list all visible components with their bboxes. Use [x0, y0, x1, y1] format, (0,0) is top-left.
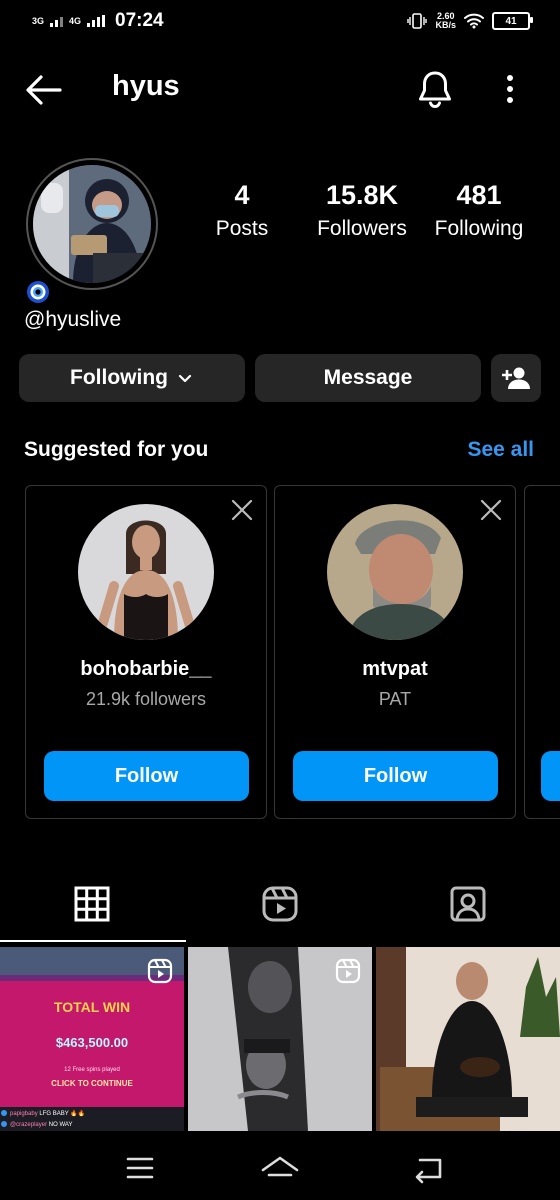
status-left: 3G 4G 07:24	[32, 10, 164, 32]
following-button-label: Following	[70, 366, 168, 389]
chevron-down-icon	[178, 374, 192, 383]
active-tab-indicator	[0, 940, 186, 942]
vibrate-icon	[407, 13, 428, 29]
post-tile[interactable]: TOTAL WIN $463,500.00 12 Free spins play…	[0, 947, 184, 1131]
status-right: 2.60 KB/s 41	[407, 12, 533, 30]
tile-cta: CLICK TO CONTINUE	[51, 1079, 133, 1088]
tile-amount: $463,500.00	[55, 1035, 129, 1050]
post-tile[interactable]	[188, 947, 372, 1131]
avatar-photo	[33, 165, 151, 283]
bell-icon[interactable]	[414, 68, 456, 110]
chat-user: @crazeplayer	[10, 1122, 48, 1128]
clock: 07:24	[115, 10, 164, 31]
reel-badge-icon	[147, 958, 173, 984]
suggested-subtitle: 21.9k followers	[85, 689, 207, 709]
following-count: 481	[456, 180, 502, 210]
see-all-link[interactable]: See all	[467, 438, 534, 462]
post-tile[interactable]	[376, 947, 560, 1131]
suggested-avatar[interactable]	[78, 504, 214, 640]
network-4g: 4G	[69, 15, 82, 26]
signal-icon	[50, 15, 64, 27]
suggested-card-partial[interactable]	[524, 485, 560, 819]
chat-msg: LFG BABY 🔥🔥	[39, 1111, 86, 1117]
post-thumbnail	[376, 947, 560, 1131]
stat-posts[interactable]: 4 Posts	[182, 180, 302, 241]
chat-user: papigbaby	[10, 1111, 38, 1117]
more-vertical-icon[interactable]	[496, 70, 524, 110]
battery-level: 41	[505, 15, 517, 27]
tile-chat: papigbaby LFG BABY 🔥🔥 @crazeplayer NO WA…	[10, 1109, 85, 1131]
battery-icon: 41	[492, 12, 533, 30]
add-person-icon	[502, 367, 530, 389]
page-title: hyus	[112, 70, 180, 102]
signal-icon-2	[87, 15, 106, 27]
wifi-icon	[464, 13, 484, 29]
chat-line: papigbaby LFG BABY 🔥🔥	[10, 1109, 85, 1120]
back-nav-icon[interactable]	[408, 1148, 448, 1188]
evil-eye-icon	[27, 281, 49, 303]
following-button[interactable]: Following	[19, 354, 245, 402]
suggested-avatar[interactable]	[327, 504, 463, 640]
reels-icon[interactable]	[258, 882, 302, 926]
suggested-card[interactable]: mtvpat PAT Follow	[274, 485, 516, 819]
message-button[interactable]: Message	[255, 354, 481, 402]
back-arrow-icon[interactable]	[24, 70, 64, 110]
suggested-title: Suggested for you	[24, 438, 209, 461]
stat-followers[interactable]: 15.8K Followers	[302, 180, 422, 241]
status-bar: 3G 4G 07:24 2.60 KB/s 41	[0, 0, 560, 44]
stat-following[interactable]: 481 Following	[419, 180, 539, 241]
posts-label: Posts	[215, 217, 269, 240]
suggested-photo	[78, 504, 214, 640]
tile-small-note: 12 Free spins played	[64, 1067, 120, 1073]
tile-headline: TOTAL WIN	[53, 999, 131, 1015]
suggested-card[interactable]: bohobarbie__ 21.9k followers Follow	[25, 485, 267, 819]
followers-label: Followers	[317, 217, 407, 240]
reel-badge-icon	[335, 958, 361, 984]
close-icon[interactable]	[479, 498, 503, 522]
data-speed: 2.60 KB/s	[435, 12, 456, 30]
follow-button[interactable]: Follow	[44, 751, 249, 801]
posts-count: 4	[234, 180, 250, 210]
message-button-label: Message	[323, 366, 413, 389]
profile-avatar[interactable]	[33, 165, 151, 283]
network-3g: 3G	[32, 15, 45, 26]
suggested-username[interactable]: mtvpat	[275, 658, 515, 681]
menu-icon[interactable]	[120, 1148, 160, 1188]
suggested-photo	[327, 504, 463, 640]
profile-handle[interactable]: @hyuslive	[24, 308, 121, 332]
chat-line: @crazeplayer NO WAY	[10, 1120, 85, 1131]
add-user-button[interactable]	[491, 354, 541, 402]
suggested-subtitle: PAT	[378, 689, 412, 709]
tagged-icon[interactable]	[446, 882, 490, 926]
follow-button[interactable]: Follow	[293, 751, 498, 801]
followers-count: 15.8K	[325, 180, 399, 210]
follow-button-partial[interactable]	[541, 751, 560, 801]
speed-unit: KB/s	[435, 20, 456, 30]
suggested-username[interactable]: bohobarbie__	[26, 658, 266, 681]
close-icon[interactable]	[230, 498, 254, 522]
following-label: Following	[434, 217, 524, 240]
chat-msg: NO WAY	[48, 1122, 73, 1128]
home-icon[interactable]	[260, 1148, 300, 1188]
grid-icon[interactable]	[70, 882, 114, 926]
